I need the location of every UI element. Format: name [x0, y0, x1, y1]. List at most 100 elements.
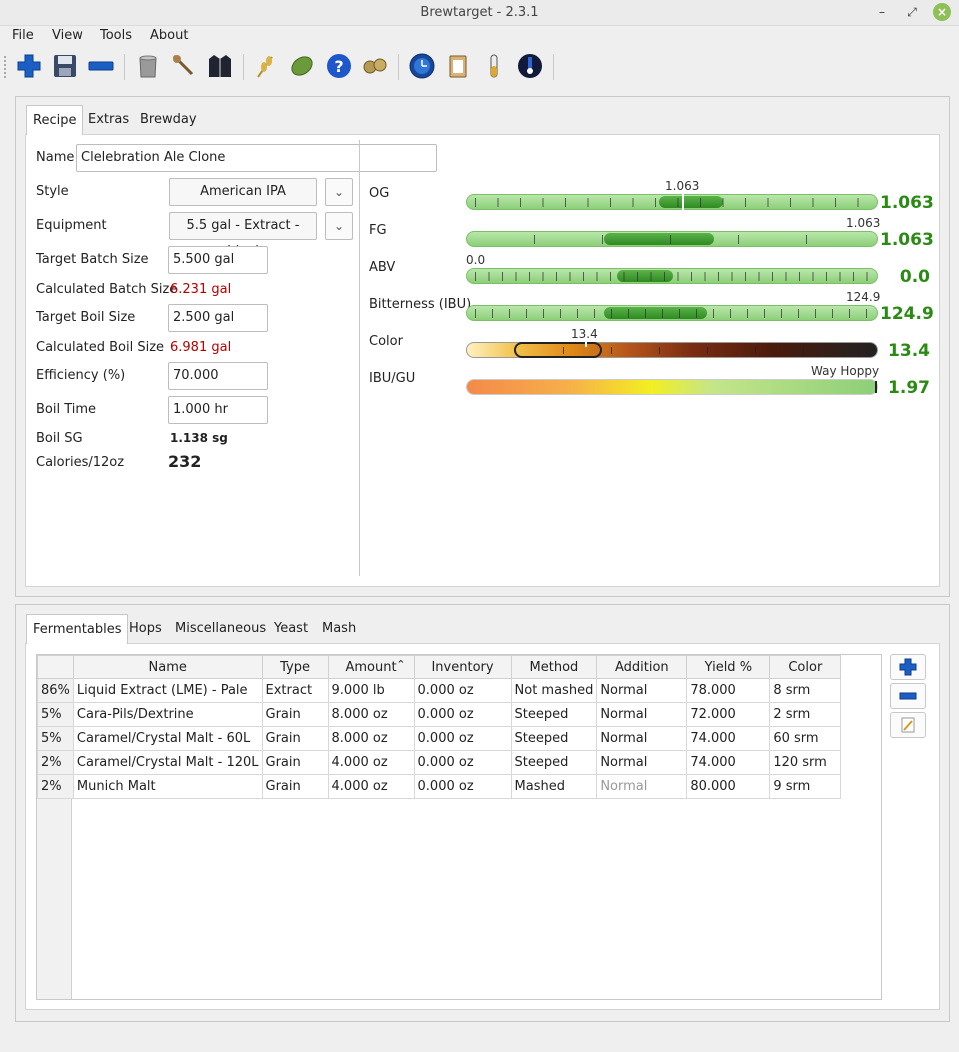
cell-amount[interactable]: 8.000 oz: [327, 702, 415, 727]
cell-type[interactable]: Extract: [261, 678, 329, 703]
table-row[interactable]: 5% Caramel/Crystal Malt - 60L Grain 8.00…: [37, 726, 842, 751]
cell-name[interactable]: Liquid Extract (LME) - Pale: [72, 678, 263, 703]
row-percent[interactable]: 2%: [37, 774, 74, 799]
tab-extras[interactable]: Extras: [82, 105, 135, 135]
panel-divider[interactable]: [359, 140, 360, 576]
cell-name[interactable]: Caramel/Crystal Malt - 120L: [72, 750, 263, 775]
cell-inventory[interactable]: 0.000 oz: [413, 750, 512, 775]
new-recipe-icon[interactable]: [15, 52, 43, 80]
cell-method[interactable]: Steeped: [510, 726, 598, 751]
cell-amount[interactable]: 4.000 oz: [327, 774, 415, 799]
hydrometer-icon[interactable]: [516, 52, 544, 80]
row-percent[interactable]: 86%: [37, 678, 74, 703]
menu-about[interactable]: About: [150, 28, 188, 43]
row-percent[interactable]: 2%: [37, 750, 74, 775]
style-jacket-icon[interactable]: [206, 52, 234, 80]
style-combo[interactable]: American IPA: [169, 178, 317, 206]
table-row[interactable]: 2% Munich Malt Grain 4.000 oz 0.000 oz M…: [37, 774, 842, 799]
cell-method[interactable]: Steeped: [510, 702, 598, 727]
target-batch-input[interactable]: 5.500 gal: [168, 246, 268, 274]
cell-yield[interactable]: 80.000: [686, 774, 771, 799]
minimize-icon[interactable]: –: [873, 3, 891, 21]
row-percent[interactable]: 5%: [37, 702, 74, 727]
cell-amount[interactable]: 9.000 lb: [327, 678, 415, 703]
table-row[interactable]: 2% Caramel/Crystal Malt - 120L Grain 4.0…: [37, 750, 842, 775]
cell-inventory[interactable]: 0.000 oz: [413, 774, 512, 799]
table-row[interactable]: 86% Liquid Extract (LME) - Pale Extract …: [37, 678, 842, 703]
cell-color[interactable]: 60 srm: [769, 726, 842, 751]
col-name[interactable]: Name: [72, 655, 263, 679]
tab-recipe[interactable]: Recipe: [26, 105, 84, 135]
tab-hops[interactable]: Hops: [123, 614, 168, 644]
cell-name[interactable]: Cara-Pils/Dextrine: [72, 702, 263, 727]
col-amount[interactable]: Amount ⌃: [327, 655, 415, 679]
grain-icon[interactable]: [252, 52, 280, 80]
edit-fermentable-button[interactable]: [890, 712, 926, 738]
cell-name[interactable]: Munich Malt: [72, 774, 263, 799]
cell-type[interactable]: Grain: [261, 702, 329, 727]
brew-paddle-icon[interactable]: [170, 52, 198, 80]
cell-addition[interactable]: Normal: [596, 774, 688, 799]
timer-icon[interactable]: [408, 52, 436, 80]
cell-method[interactable]: Not mashed: [510, 678, 598, 703]
cell-inventory[interactable]: 0.000 oz: [413, 678, 512, 703]
cell-yield[interactable]: 74.000: [686, 750, 771, 775]
cell-addition[interactable]: Normal: [596, 750, 688, 775]
tab-fermentables[interactable]: Fermentables: [26, 614, 129, 644]
cell-color[interactable]: 9 srm: [769, 774, 842, 799]
help-icon[interactable]: ?: [325, 52, 353, 80]
cell-method[interactable]: Steeped: [510, 750, 598, 775]
cell-type[interactable]: Grain: [261, 750, 329, 775]
equipment-dropdown-button[interactable]: ⌄: [325, 212, 353, 240]
close-icon[interactable]: ×: [933, 3, 951, 21]
test-tube-icon[interactable]: [480, 52, 508, 80]
cell-amount[interactable]: 4.000 oz: [327, 750, 415, 775]
cell-color[interactable]: 120 srm: [769, 750, 842, 775]
menu-view[interactable]: View: [52, 28, 83, 43]
cell-addition[interactable]: Normal: [596, 702, 688, 727]
cell-yield[interactable]: 78.000: [686, 678, 771, 703]
remove-icon[interactable]: [87, 52, 115, 80]
cell-yield[interactable]: 74.000: [686, 726, 771, 751]
style-dropdown-button[interactable]: ⌄: [325, 178, 353, 206]
cell-type[interactable]: Grain: [261, 774, 329, 799]
tab-mash[interactable]: Mash: [316, 614, 362, 644]
col-addition[interactable]: Addition: [596, 655, 688, 679]
table-row[interactable]: 5% Cara-Pils/Dextrine Grain 8.000 oz 0.0…: [37, 702, 842, 727]
hop-icon[interactable]: [288, 52, 316, 80]
col-color[interactable]: Color: [769, 655, 842, 679]
remove-fermentable-button[interactable]: [890, 683, 926, 709]
tab-yeast[interactable]: Yeast: [268, 614, 314, 644]
boil-time-input[interactable]: 1.000 hr: [168, 396, 268, 424]
maximize-icon[interactable]: ⤢: [903, 3, 921, 21]
cell-color[interactable]: 2 srm: [769, 702, 842, 727]
name-input[interactable]: Clelebration Ale Clone: [76, 144, 437, 172]
col-method[interactable]: Method: [510, 655, 598, 679]
save-icon[interactable]: [51, 52, 79, 80]
cell-inventory[interactable]: 0.000 oz: [413, 726, 512, 751]
cell-inventory[interactable]: 0.000 oz: [413, 702, 512, 727]
equipment-pot-icon[interactable]: [134, 52, 162, 80]
menu-tools[interactable]: Tools: [100, 28, 132, 43]
cell-addition[interactable]: Normal: [596, 678, 688, 703]
col-inventory[interactable]: Inventory: [413, 655, 512, 679]
add-fermentable-button[interactable]: [890, 654, 926, 680]
equipment-combo[interactable]: 5.5 gal - Extract - Ideal: [169, 212, 317, 259]
menu-file[interactable]: File: [12, 28, 34, 43]
cell-color[interactable]: 8 srm: [769, 678, 842, 703]
tab-brewday[interactable]: Brewday: [134, 105, 203, 135]
corner-header[interactable]: [37, 655, 74, 679]
cell-method[interactable]: Mashed: [510, 774, 598, 799]
cell-addition[interactable]: Normal: [596, 726, 688, 751]
cell-amount[interactable]: 8.000 oz: [327, 726, 415, 751]
toolbar-grip[interactable]: [4, 56, 7, 78]
cell-yield[interactable]: 72.000: [686, 702, 771, 727]
clipboard-icon[interactable]: [444, 52, 472, 80]
yeast-icon[interactable]: [361, 52, 389, 80]
cell-name[interactable]: Caramel/Crystal Malt - 60L: [72, 726, 263, 751]
col-type[interactable]: Type: [261, 655, 329, 679]
cell-type[interactable]: Grain: [261, 726, 329, 751]
target-boil-input[interactable]: 2.500 gal: [168, 304, 268, 332]
efficiency-input[interactable]: 70.000: [168, 362, 268, 390]
tab-miscellaneous[interactable]: Miscellaneous: [169, 614, 272, 644]
